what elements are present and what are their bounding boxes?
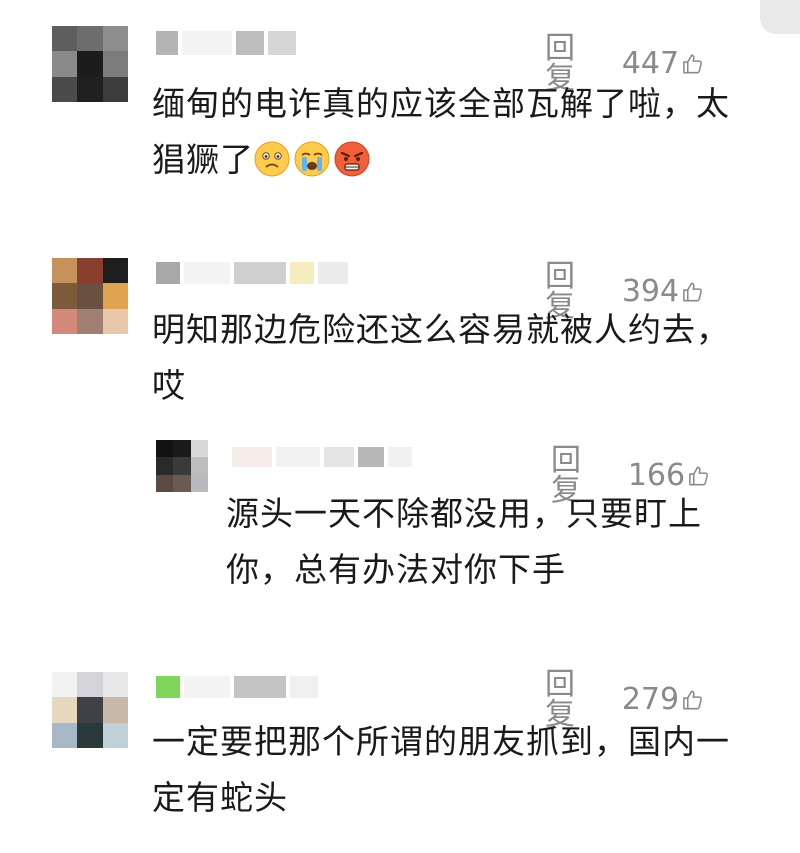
avatar[interactable] (52, 258, 128, 334)
like-count: 447 (621, 46, 680, 81)
angry-face-icon (334, 141, 370, 177)
like-count: 279 (621, 682, 680, 717)
avatar[interactable] (52, 672, 128, 748)
username-blurred[interactable] (232, 444, 412, 470)
comment-text: 源头一天不除都没用，只要盯上 你，总有办法对你下手 (226, 494, 702, 589)
username-blurred[interactable] (156, 674, 318, 700)
comment-text: 一定要把那个所谓的朋友抓到，国内一 定有蛇头 (152, 722, 730, 817)
avatar[interactable] (156, 440, 208, 492)
thumbs-up-icon[interactable] (681, 683, 704, 717)
username-blurred[interactable] (156, 260, 348, 286)
avatar[interactable] (52, 26, 128, 102)
scrollbar-thumb[interactable] (760, 0, 800, 34)
username-blurred[interactable] (156, 30, 296, 56)
worried-face-icon (254, 141, 290, 177)
comment-text: 缅甸的电诈真的应该全部瓦解了啦，太 猖獗了 (152, 84, 730, 179)
crying-face-icon (294, 141, 330, 177)
comment-text: 明知那边危险还这么容易就被人约去， 哎 (152, 310, 730, 405)
